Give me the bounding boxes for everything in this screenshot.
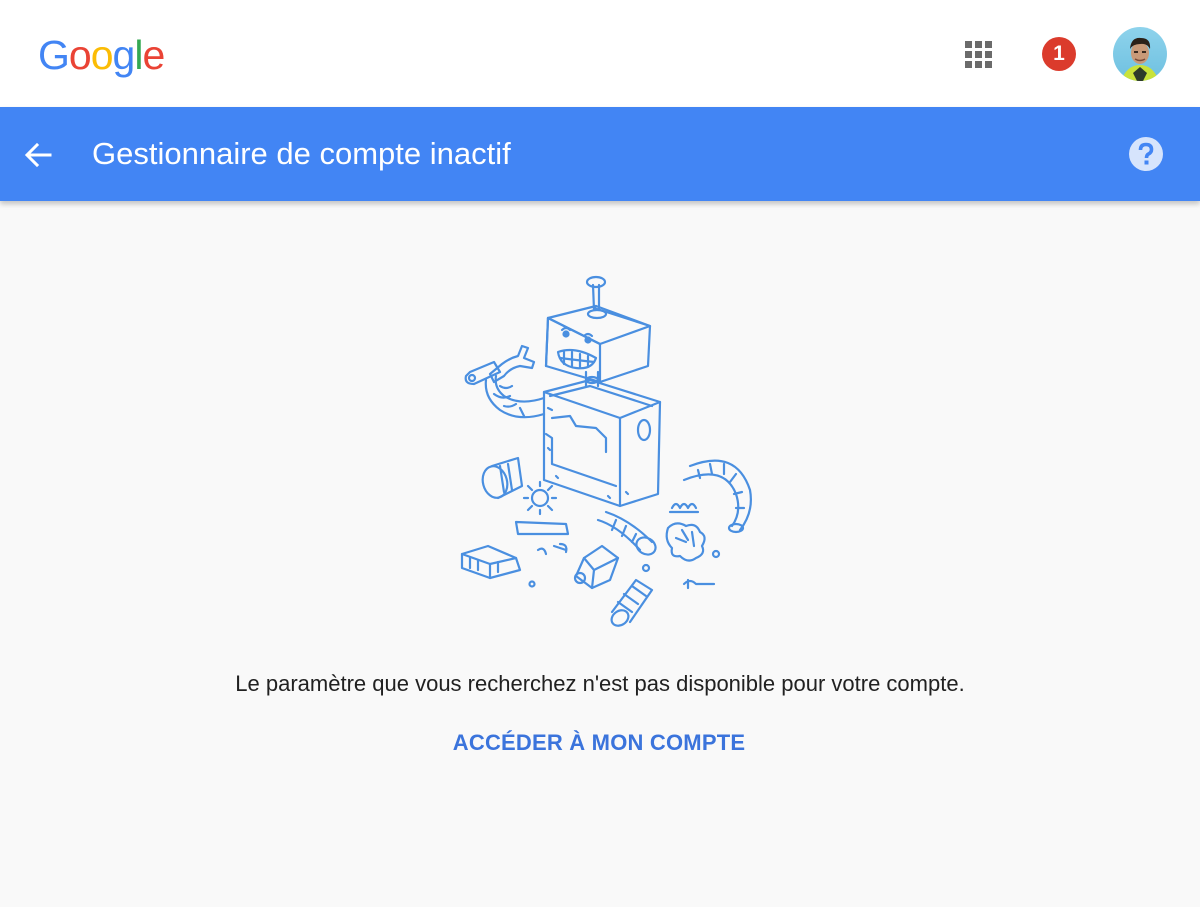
- back-button[interactable]: [20, 137, 56, 173]
- help-circle-icon: [1129, 137, 1163, 171]
- google-logo[interactable]: Google: [38, 30, 165, 80]
- logo-letter: e: [142, 32, 165, 78]
- page-title: Gestionnaire de compte inactif: [92, 136, 511, 171]
- logo-letter: o: [68, 32, 92, 78]
- user-avatar-icon: [1113, 27, 1167, 81]
- arrow-left-icon: [24, 142, 52, 168]
- top-app-bar: Google 1: [0, 0, 1200, 107]
- help-button[interactable]: [1128, 136, 1164, 172]
- logo-letter: o: [90, 32, 114, 78]
- broken-robot-illustration: [440, 268, 760, 638]
- apps-grid-icon: [965, 41, 993, 69]
- logo-letter: g: [112, 32, 136, 78]
- logo-letter: G: [38, 32, 70, 78]
- notification-badge[interactable]: 1: [1042, 37, 1076, 71]
- account-avatar-button[interactable]: [1113, 27, 1167, 81]
- unavailable-message: Le paramètre que vous recherchez n'est p…: [235, 671, 965, 696]
- page-header: Gestionnaire de compte inactif: [0, 107, 1200, 201]
- apps-button[interactable]: [962, 38, 994, 70]
- go-to-account-link[interactable]: ACCÉDER À MON COMPTE: [420, 726, 778, 760]
- logo-letter: l: [134, 32, 143, 78]
